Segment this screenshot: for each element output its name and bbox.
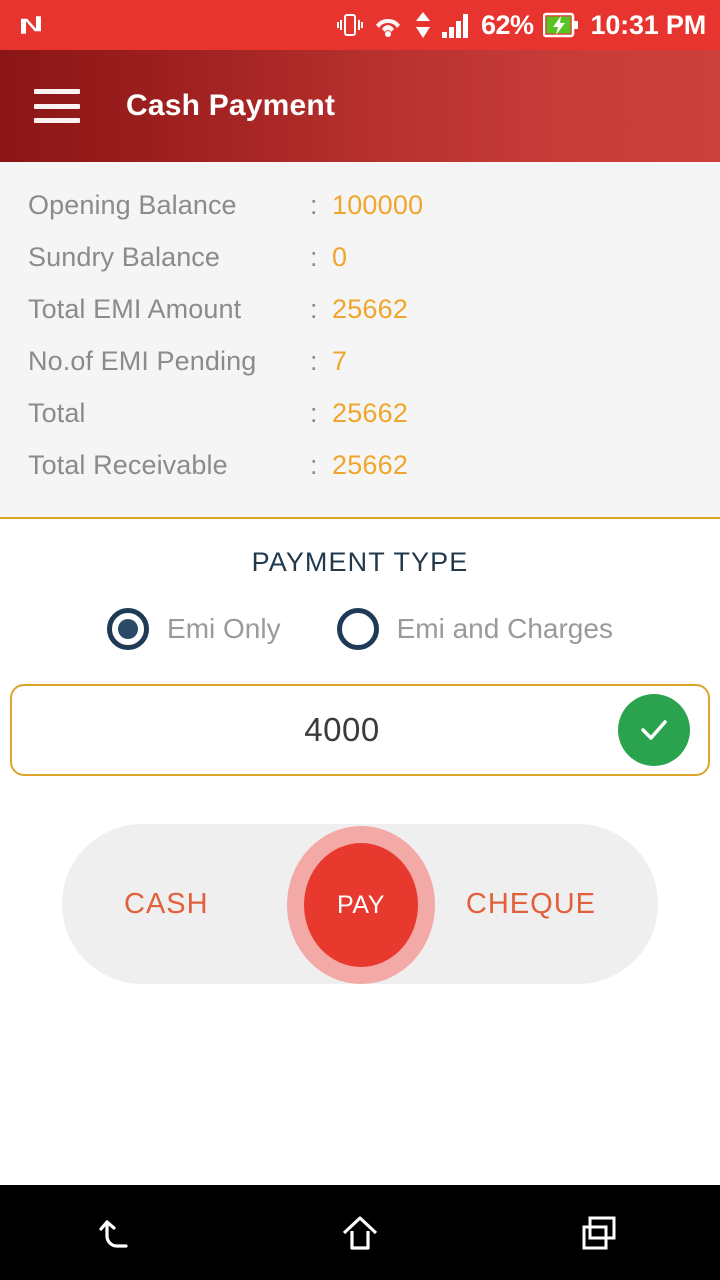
info-colon: : xyxy=(310,190,318,220)
table-row: Sundry Balance : 0 xyxy=(0,242,720,294)
recent-apps-icon xyxy=(582,1216,616,1249)
radio-option-emi-and-charges[interactable]: Emi and Charges xyxy=(336,608,613,650)
cash-button[interactable]: CASH xyxy=(124,888,209,921)
info-value: 25662 xyxy=(332,398,409,428)
radio-option-emi-only[interactable]: Emi Only xyxy=(107,608,281,650)
wifi-icon xyxy=(375,18,400,37)
pay-button[interactable]: PAY xyxy=(287,826,435,984)
battery-percent-label: 62% xyxy=(480,9,534,40)
info-label: No.of EMI Pending xyxy=(28,346,257,376)
nav-back-button[interactable] xyxy=(60,1185,180,1280)
info-value: 0 xyxy=(332,242,348,272)
info-colon: : xyxy=(310,242,318,272)
radio-label: Emi Only xyxy=(167,613,281,644)
charging-battery-icon xyxy=(542,12,578,38)
page-title: Cash Payment xyxy=(126,89,336,122)
info-colon: : xyxy=(310,346,318,376)
info-label: Opening Balance xyxy=(28,190,237,220)
pay-button-inner: PAY xyxy=(304,843,418,967)
confirm-amount-button[interactable] xyxy=(618,694,690,766)
check-icon xyxy=(641,720,667,740)
back-arrow-icon xyxy=(99,1219,128,1248)
amount-input[interactable]: 4000 xyxy=(12,711,708,749)
status-bar: 62% 10:31 PM xyxy=(0,0,720,50)
payment-type-heading: PAYMENT TYPE xyxy=(251,547,469,577)
home-icon xyxy=(342,1215,378,1250)
account-summary-panel: Opening Balance : 100000 Sundry Balance … xyxy=(0,162,720,519)
radio-label: Emi and Charges xyxy=(396,613,613,644)
data-transfer-arrows-icon xyxy=(415,12,430,38)
table-row: Total : 25662 xyxy=(0,398,720,450)
table-row: No.of EMI Pending : 7 xyxy=(0,346,720,398)
payment-type-radio-group: Emi Only Emi and Charges xyxy=(0,608,720,650)
info-value: 25662 xyxy=(332,450,409,480)
status-bar-indicators: 62% 10:31 PM xyxy=(336,9,707,40)
info-label: Total xyxy=(28,398,86,428)
vibrate-icon xyxy=(336,14,363,36)
pay-button-label: PAY xyxy=(336,890,386,919)
info-value: 7 xyxy=(332,346,348,376)
radio-button-selected[interactable] xyxy=(107,608,150,650)
radio-dot-icon xyxy=(118,619,139,639)
app-bar: Cash Payment xyxy=(0,50,720,162)
nav-home-button[interactable] xyxy=(300,1185,420,1280)
app-screen: 62% 10:31 PM Cash Payment Opening Balanc… xyxy=(0,0,720,1280)
n-app-icon xyxy=(21,16,41,34)
info-value: 100000 xyxy=(332,190,424,220)
table-row: Total Receivable : 25662 xyxy=(0,450,720,502)
info-colon: : xyxy=(310,398,318,428)
cellular-signal-icon xyxy=(441,14,468,38)
cheque-button[interactable]: CHEQUE xyxy=(466,888,596,921)
status-bar-notifications xyxy=(16,10,46,40)
android-navigation-bar xyxy=(0,1185,720,1280)
table-row: Opening Balance : 100000 xyxy=(0,190,720,242)
info-colon: : xyxy=(310,450,318,480)
info-label: Total Receivable xyxy=(28,450,228,480)
info-label: Total EMI Amount xyxy=(28,294,242,324)
info-colon: : xyxy=(310,294,318,324)
radio-button-unselected[interactable] xyxy=(336,608,379,650)
table-row: Total EMI Amount : 25662 xyxy=(0,294,720,346)
hamburger-menu-icon[interactable] xyxy=(34,89,80,123)
info-value: 25662 xyxy=(332,294,409,324)
amount-input-container[interactable]: 4000 xyxy=(10,684,710,776)
nav-recents-button[interactable] xyxy=(540,1185,660,1280)
clock-label: 10:31 PM xyxy=(590,9,707,40)
info-label: Sundry Balance xyxy=(28,242,221,272)
